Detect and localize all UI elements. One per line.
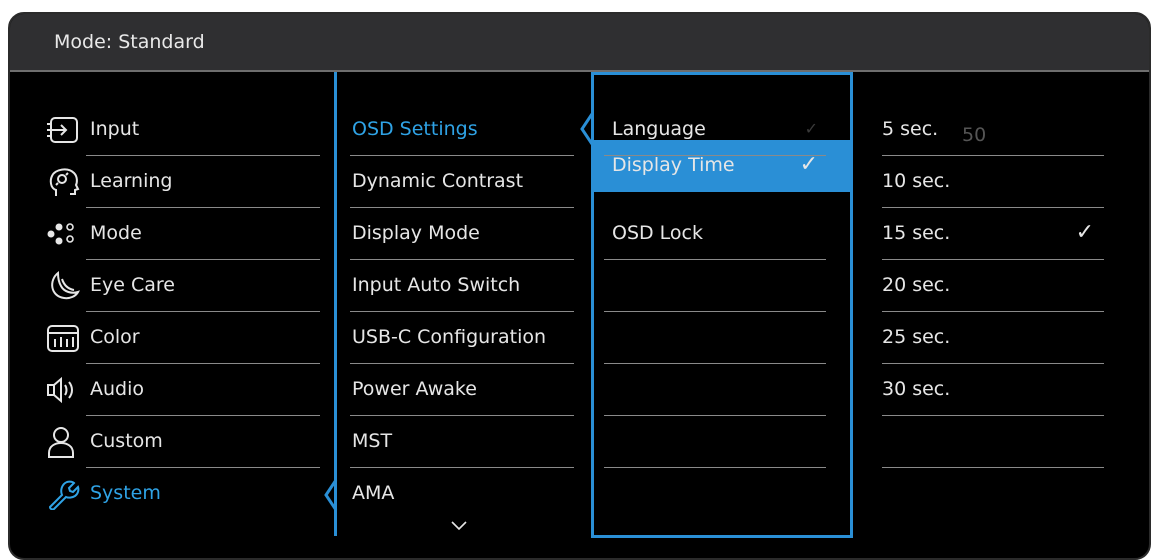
menu-item-eye-care[interactable]: Eye Care [46,260,320,312]
submenu-item-power-awake[interactable]: Power Awake [350,364,574,416]
submenu-item-ama[interactable]: AMA [350,468,574,520]
selection-notch [324,479,338,511]
option-25-sec[interactable]: 25 sec. [882,312,1104,364]
osd-empty-row [604,416,826,468]
option-30-sec[interactable]: 30 sec. [882,364,1104,416]
color-icon [46,322,82,354]
osd-header: Mode: Standard [10,14,1149,72]
divider [882,467,1104,468]
check-icon: ✓ [1075,220,1094,245]
option-5-sec[interactable]: 5 sec. [882,104,1104,156]
submenu-item-input-auto-switch[interactable]: Input Auto Switch [350,260,574,312]
osd-empty-row [604,312,826,364]
menu-item-input[interactable]: Input [46,104,320,156]
menu-item-system[interactable]: System [46,468,320,520]
osd-empty-row [604,364,826,416]
osd-empty-row [604,260,826,312]
menu-item-learning[interactable]: Learning [46,156,320,208]
column-divider [334,72,337,536]
eye-care-icon [46,270,82,302]
menu-item-mode[interactable]: Mode [46,208,320,260]
option-15-sec[interactable]: 15 sec. ✓ [882,208,1104,260]
osd-item-osd-lock[interactable]: OSD Lock [604,208,826,260]
osd-empty-row [604,468,826,520]
mode-icon [46,218,82,250]
submenu-item-usb-c-configuration[interactable]: USB-C Configuration [350,312,574,364]
submenu-item-osd-settings[interactable]: OSD Settings [350,104,574,156]
option-empty-row [882,416,1104,468]
check-icon: ✓ [804,119,818,138]
option-10-sec[interactable]: 10 sec. [882,156,1104,208]
submenu-item-display-mode[interactable]: Display Mode [350,208,574,260]
custom-icon [46,426,82,458]
system-icon [46,478,82,510]
audio-icon [46,374,82,406]
mode-label: Mode: Standard [54,31,205,53]
input-icon [46,114,82,146]
selection-notch [580,113,594,145]
option-20-sec[interactable]: 20 sec. [882,260,1104,312]
osd-item-display-time[interactable]: Display Time ✓ [604,140,826,192]
menu-item-audio[interactable]: Audio [46,364,320,416]
scroll-down-chevron-icon[interactable] [450,520,468,532]
submenu-item-dynamic-contrast[interactable]: Dynamic Contrast [350,156,574,208]
menu-item-custom[interactable]: Custom [46,416,320,468]
submenu-item-mst[interactable]: MST [350,416,574,468]
check-icon: ✓ [799,152,818,177]
menu-item-color[interactable]: Color [46,312,320,364]
learning-icon [46,166,82,198]
